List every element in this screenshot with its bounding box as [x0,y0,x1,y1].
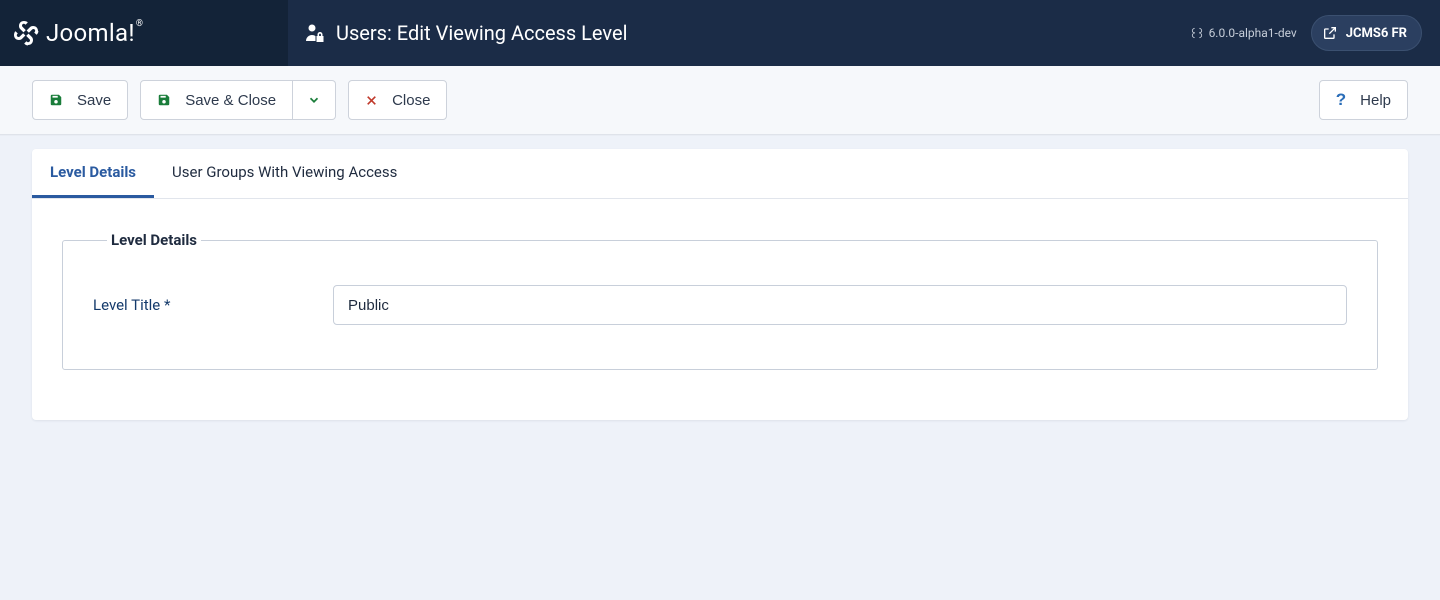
save-close-label: Save & Close [185,92,276,109]
level-details-fieldset: Level Details Level Title * [62,231,1378,370]
brand-name: Joomla!® [46,19,143,47]
level-title-input[interactable] [333,285,1347,325]
chevron-down-icon [307,93,321,107]
brand-area[interactable]: Joomla!® [0,0,288,66]
site-pill-text: JCMS6 FR [1346,26,1407,41]
joomla-mark-icon [10,17,42,49]
save-label: Save [77,92,111,109]
tab-user-groups[interactable]: User Groups With Viewing Access [154,149,415,198]
save-close-group: Save & Close [140,80,336,120]
help-icon: ? [1336,90,1346,110]
save-close-dropdown-toggle[interactable] [293,80,336,120]
joomla-logo: Joomla!® [10,17,143,49]
app-header: Joomla!® Users: Edit Viewing Access Leve… [0,0,1440,66]
tab-level-details[interactable]: Level Details [32,149,154,198]
external-link-icon [1322,25,1338,41]
joomla-small-icon [1190,26,1204,40]
save-button[interactable]: Save [32,80,128,120]
toolbar-left: Save Save & Close Close [32,80,447,120]
fieldset-legend: Level Details [107,231,201,249]
level-title-input-wrap [333,285,1347,325]
version-text: 6.0.0-alpha1-dev [1209,26,1297,40]
toolbar-right: ? Help [1319,80,1408,120]
tabs: Level Details User Groups With Viewing A… [32,149,1408,199]
header-right: 6.0.0-alpha1-dev JCMS6 FR [1190,15,1440,51]
page-title: Users: Edit Viewing Access Level [336,21,627,45]
site-link-pill[interactable]: JCMS6 FR [1311,15,1422,51]
help-label: Help [1360,92,1391,109]
version-badge[interactable]: 6.0.0-alpha1-dev [1190,26,1297,40]
tab-body: Level Details Level Title * [32,199,1408,420]
close-label: Close [392,92,430,109]
page-title-area: Users: Edit Viewing Access Level [288,21,1190,45]
form-row-title: Level Title * [93,285,1347,325]
close-icon [365,94,378,107]
toolbar: Save Save & Close Close ? Help [0,66,1440,135]
help-button[interactable]: ? Help [1319,80,1408,120]
content-card: Level Details User Groups With Viewing A… [32,149,1408,420]
close-button[interactable]: Close [348,80,447,120]
save-icon [49,93,63,107]
save-icon [157,93,171,107]
save-close-button[interactable]: Save & Close [140,80,293,120]
level-title-label: Level Title * [93,296,333,314]
user-lock-icon [304,21,328,45]
